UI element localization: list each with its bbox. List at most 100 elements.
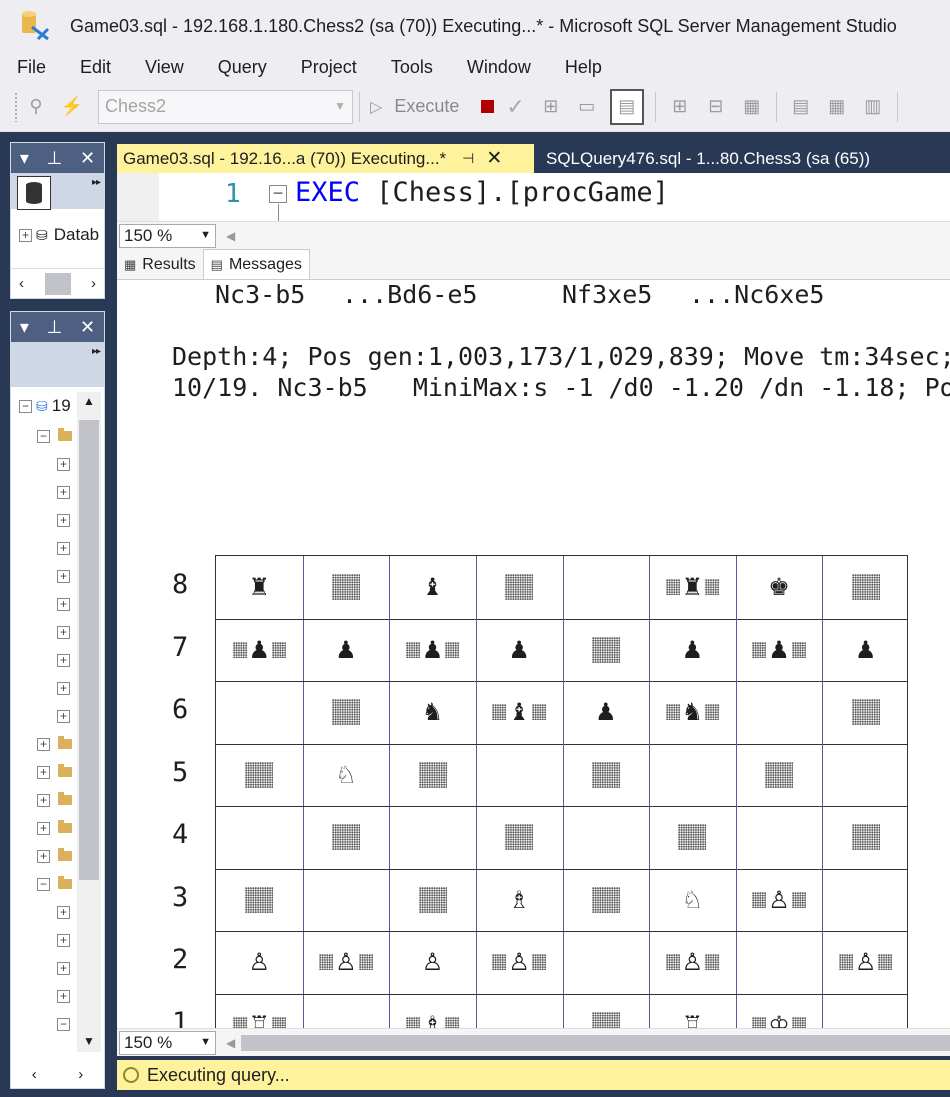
horizontal-scrollbar[interactable]: ‹ › [11,268,104,298]
disconnect-icon[interactable]: ⚡ [59,94,85,120]
tree-item[interactable]: + [57,536,70,560]
tree-item[interactable]: − [57,1012,70,1036]
tree-item[interactable]: + [57,564,70,588]
expand-icon[interactable]: + [57,709,70,723]
messages-pane[interactable]: Nc3-b5 ...Bd6-e5 Nf3xe5 ...Nc6xe5 Depth:… [117,280,950,1028]
tree-item[interactable]: + [57,704,70,728]
tree-item[interactable]: + [57,956,70,980]
tab-sqlquery476[interactable]: SQLQuery476.sql - 1...80.Chess3 (sa (65)… [534,144,870,173]
expand-icon[interactable]: + [37,765,50,779]
expand-icon[interactable]: + [57,989,70,1003]
expand-icon[interactable]: + [57,457,70,471]
tree-item[interactable]: + [37,788,72,812]
close-icon[interactable]: ✕ [486,147,502,170]
tree-item[interactable]: + [57,620,70,644]
tree-item[interactable]: − [37,424,72,448]
tree-item[interactable]: + [37,760,72,784]
tree-item[interactable]: + [57,676,70,700]
results-to-file-icon[interactable]: ▥ [860,94,886,120]
vertical-scrollbar[interactable]: ▲ ▼ [77,392,101,1052]
tree-item-database[interactable]: + ⛁ Datab [19,223,99,247]
zoom-select[interactable]: 150 % ▼ [119,1030,216,1055]
tree-item[interactable]: + [57,900,70,924]
expand-icon[interactable]: + [37,821,50,835]
tree-item[interactable]: + [57,452,70,476]
include-plan-icon[interactable]: ⊞ [667,94,693,120]
overflow-icon[interactable]: ▸▸ [92,177,101,188]
overflow-icon[interactable]: ▸▸ [92,346,101,357]
expand-icon[interactable]: + [57,569,70,583]
expand-icon[interactable]: + [57,933,70,947]
scroll-right-icon[interactable]: › [78,1066,83,1083]
expand-icon[interactable]: + [57,961,70,975]
dropdown-icon[interactable]: ▾ [20,317,29,338]
expand-icon[interactable]: + [57,625,70,639]
tab-game03[interactable]: Game03.sql - 192.16...a (70)) Executing.… [117,144,534,173]
database-select[interactable]: Chess2 ▼ [98,89,353,124]
close-icon[interactable]: ✕ [80,317,95,338]
display-plan-icon[interactable]: ⊞ [538,94,564,120]
tab-messages[interactable]: ▤ Messages [202,249,310,279]
execute-button[interactable]: ▷ Execute [370,96,459,117]
scroll-thumb[interactable] [44,272,71,295]
results-grid-icon[interactable]: ▦ [824,94,850,120]
dropdown-icon[interactable]: ▾ [20,148,29,169]
scroll-left-icon[interactable]: ‹ [19,275,24,292]
query-editor[interactable]: 1 − EXEC [Chess].[procGame] [117,173,950,221]
toolbar-grip[interactable] [14,91,18,122]
expand-icon[interactable]: + [19,228,32,242]
collapse-icon[interactable]: − [57,1017,70,1031]
client-stats-icon[interactable]: ▦ [739,94,765,120]
scroll-left-icon[interactable]: ◀ [226,1036,235,1050]
tree-item[interactable]: + [57,508,70,532]
expand-icon[interactable]: + [37,849,50,863]
tree-item[interactable]: + [57,984,70,1008]
scroll-left-icon[interactable]: ‹ [32,1066,37,1083]
pin-icon[interactable]: ⊣ [462,150,474,167]
results-to-text-icon[interactable]: ▤ [788,94,814,120]
query-options-icon[interactable]: ▭ [574,94,600,120]
expand-icon[interactable]: + [37,793,50,807]
scroll-down-icon[interactable]: ▼ [83,1034,95,1048]
expand-icon[interactable]: + [57,541,70,555]
menu-window[interactable]: Window [450,57,548,78]
results-to-grid-icon[interactable]: ▤ [609,88,644,125]
collapse-icon[interactable]: − [19,399,32,413]
tab-results[interactable]: ▦ Results [117,251,203,279]
collapse-icon[interactable]: − [269,184,287,203]
tree-item[interactable]: + [57,928,70,952]
collapse-icon[interactable]: − [37,429,50,443]
tree-item[interactable]: + [37,732,72,756]
scroll-left-icon[interactable]: ◀ [226,229,235,243]
scroll-thumb[interactable] [79,420,99,880]
menu-query[interactable]: Query [201,57,284,78]
connect-icon[interactable]: ⚲ [23,94,49,120]
database-icon[interactable] [17,176,51,210]
collapse-icon[interactable]: − [37,877,50,891]
expand-icon[interactable]: + [57,905,70,919]
expand-icon[interactable]: + [57,485,70,499]
zoom-select[interactable]: 150 % ▼ [119,223,216,248]
live-stats-icon[interactable]: ⊟ [703,94,729,120]
scroll-up-icon[interactable]: ▲ [83,394,95,408]
pin-icon[interactable]: ⊥ [47,317,63,338]
scroll-right-icon[interactable]: › [91,275,96,292]
tree-item[interactable]: + [57,592,70,616]
expand-icon[interactable]: + [57,597,70,611]
horizontal-scrollbar[interactable] [241,1034,950,1051]
tree-item[interactable]: − [37,872,72,896]
expand-icon[interactable]: + [37,737,50,751]
expand-icon[interactable]: + [57,513,70,527]
menu-view[interactable]: View [128,57,201,78]
expand-icon[interactable]: + [57,681,70,695]
menu-file[interactable]: File [0,57,63,78]
tree-item[interactable]: + [37,816,72,840]
tree-item-server[interactable]: − ⛁ 19 [19,394,71,418]
close-icon[interactable]: ✕ [80,148,95,169]
pin-icon[interactable]: ⊥ [47,148,63,169]
expand-icon[interactable]: + [57,653,70,667]
parse-check-icon[interactable]: ✓ [506,94,524,120]
menu-edit[interactable]: Edit [63,57,128,78]
stop-icon[interactable] [481,100,495,113]
menu-help[interactable]: Help [548,57,619,78]
